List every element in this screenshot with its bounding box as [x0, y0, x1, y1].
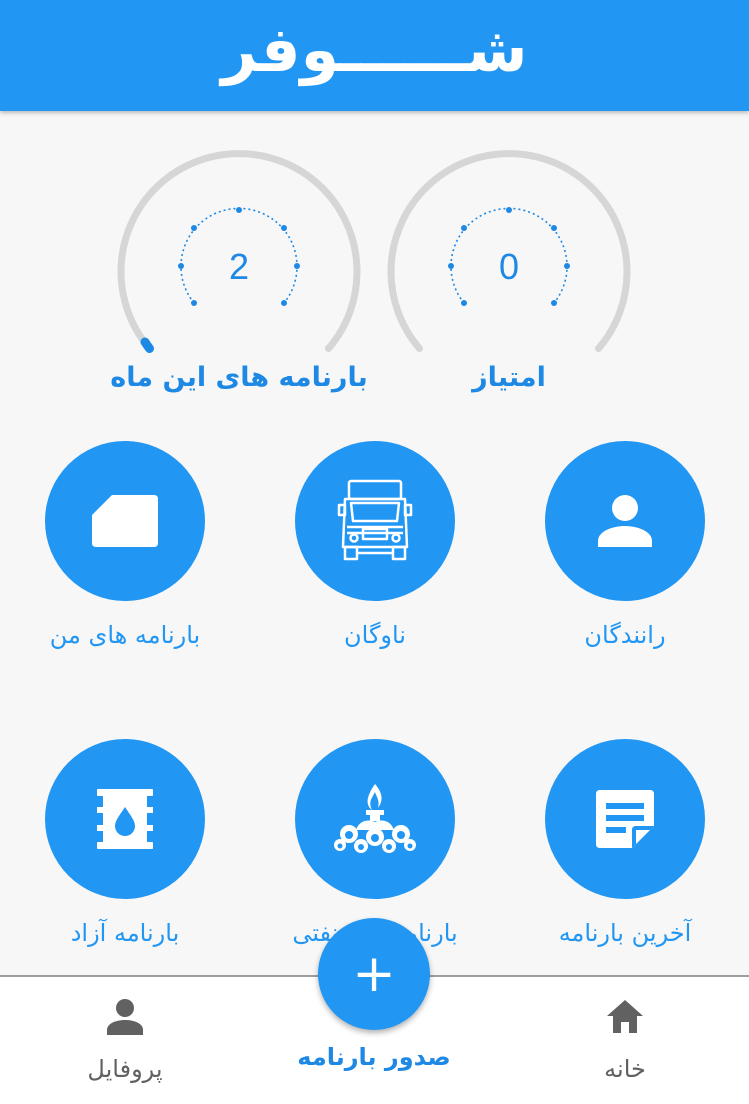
my-waybills-button[interactable]: [45, 441, 205, 601]
fleet-button[interactable]: [295, 441, 455, 601]
tile-fleet-label: ناوگان: [344, 621, 406, 649]
tile-drivers[interactable]: رانندگان: [505, 441, 745, 681]
note-icon: [596, 790, 654, 848]
card-icon: [92, 495, 158, 547]
issue-waybill-label[interactable]: صدور بارنامه: [274, 1043, 474, 1071]
nav-home[interactable]: خانه: [525, 977, 725, 1104]
tile-latest-waybill[interactable]: آخرین بارنامه: [505, 739, 745, 979]
oil-waybills-button[interactable]: [295, 739, 455, 899]
person-icon: [598, 495, 652, 547]
nav-profile[interactable]: پروفایل: [25, 977, 225, 1104]
nav-home-label: خانه: [604, 1055, 646, 1083]
truck-icon: [337, 479, 413, 561]
free-waybill-button[interactable]: [45, 739, 205, 899]
monthly-waybills-value: 2: [228, 246, 250, 287]
tile-my-waybills[interactable]: بارنامه های من: [5, 441, 245, 681]
tile-drivers-label: رانندگان: [584, 621, 666, 649]
tile-latest-waybill-label: آخرین بارنامه: [558, 919, 692, 947]
profile-icon: [107, 999, 143, 1035]
issue-waybill-fab[interactable]: +: [318, 918, 430, 1030]
app-title: شــــــوفر: [221, 13, 528, 86]
oil-barrel-icon: [97, 789, 153, 849]
oil-company-logo-icon: [334, 784, 416, 853]
stats-gauges: 0 امتیاز 2 بارنامه های این ماه: [0, 130, 749, 420]
tile-free-waybill[interactable]: بارنامه آزاد: [5, 739, 245, 979]
score-gauge: 0 امتیاز: [379, 130, 639, 393]
tile-my-waybills-label: بارنامه های من: [49, 621, 201, 649]
plus-icon: +: [352, 944, 396, 1004]
latest-waybill-button[interactable]: [545, 739, 705, 899]
tile-free-waybill-label: بارنامه آزاد: [70, 919, 180, 947]
drivers-button[interactable]: [545, 441, 705, 601]
nav-profile-label: پروفایل: [87, 1055, 163, 1083]
score-value: 0: [498, 246, 520, 287]
monthly-waybills-label: بارنامه های این ماه: [110, 362, 368, 393]
home-icon: [607, 1000, 643, 1033]
monthly-waybills-gauge: 2 بارنامه های این ماه: [109, 130, 369, 393]
app-header: شــــــوفر: [0, 0, 749, 111]
tile-fleet[interactable]: ناوگان: [255, 441, 495, 681]
